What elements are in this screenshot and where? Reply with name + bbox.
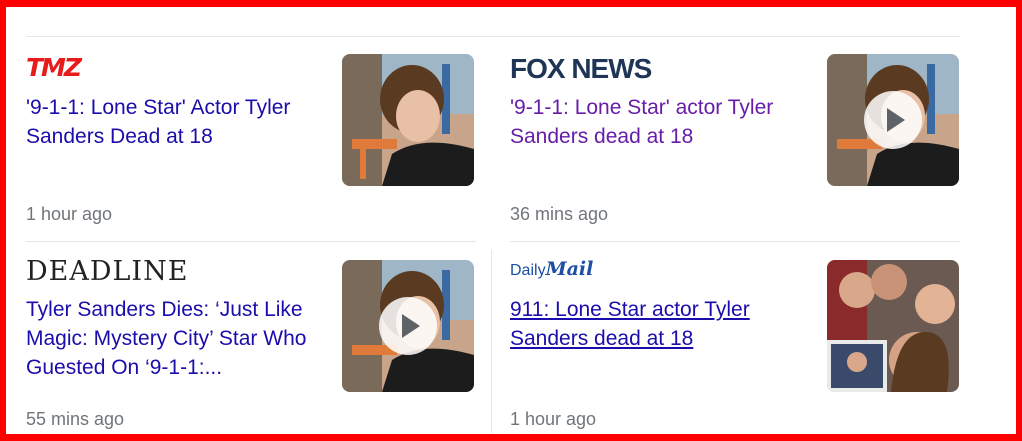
- article-title[interactable]: '9-1-1: Lone Star' actor Tyler Sanders d…: [510, 93, 810, 151]
- article-thumbnail[interactable]: [342, 260, 474, 392]
- article-time: 36 mins ago: [510, 204, 609, 224]
- article-thumbnail[interactable]: [342, 54, 474, 186]
- dailymail-logo-name: Mail: [545, 258, 594, 280]
- dailymail-logo: DailyMail: [510, 258, 593, 282]
- cutoff-text-fragment: [58, 0, 66, 6]
- article-title[interactable]: Tyler Sanders Dies: ‘Just Like Magic: My…: [26, 295, 326, 382]
- play-button-icon[interactable]: [864, 91, 922, 149]
- group-photo-icon: [827, 260, 959, 392]
- article-title[interactable]: '9-1-1: Lone Star' Actor Tyler Sanders D…: [26, 93, 326, 151]
- article-time: 1 hour ago: [26, 204, 113, 224]
- play-button-icon[interactable]: [379, 297, 437, 355]
- article-time: 55 mins ago: [26, 409, 125, 429]
- tmz-logo: TMZ: [26, 53, 82, 82]
- divider-mid-left: [26, 241, 476, 242]
- portrait-photo-icon: [342, 54, 474, 186]
- divider-mid-right: [510, 241, 960, 242]
- deadline-logo: DEADLINE: [26, 256, 189, 287]
- divider-top: [26, 36, 960, 37]
- article-time: 1 hour ago: [510, 409, 597, 429]
- article-thumbnail[interactable]: [827, 54, 959, 186]
- foxnews-logo: FOX NEWS: [510, 53, 652, 84]
- article-thumbnail[interactable]: [827, 260, 959, 392]
- article-title[interactable]: 911: Lone Star actor Tyler Sanders dead …: [510, 295, 810, 353]
- dailymail-logo-prefix: Daily: [510, 262, 546, 279]
- column-divider: [491, 250, 492, 435]
